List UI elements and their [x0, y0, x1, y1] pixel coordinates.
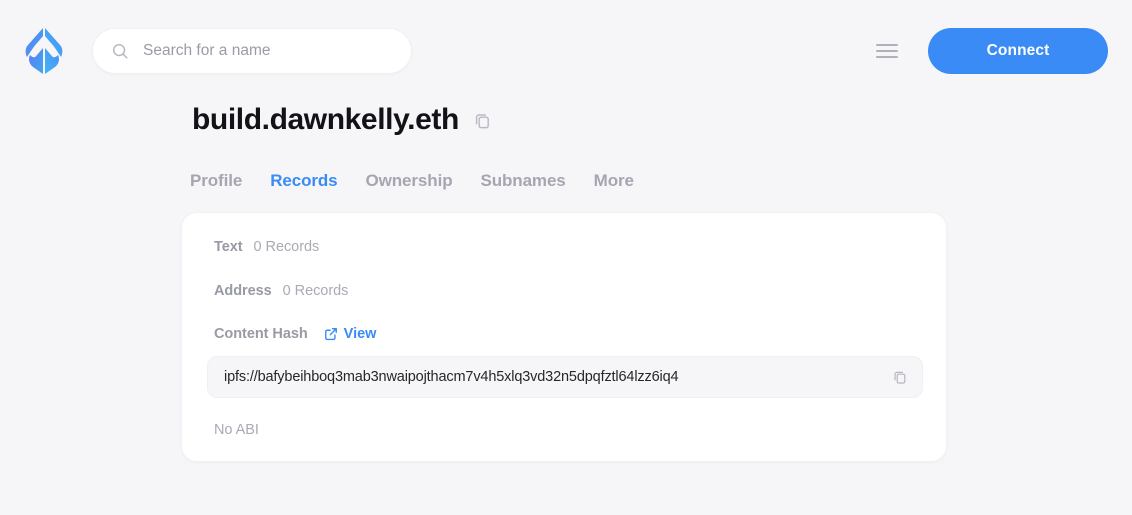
- content-hash-value: ipfs://bafybeihboq3mab3nwaipojthacm7v4h5…: [224, 369, 679, 385]
- tab-profile[interactable]: Profile: [190, 171, 242, 191]
- hamburger-menu-icon[interactable]: [876, 40, 900, 62]
- record-row-content-hash: Content Hash View: [214, 326, 376, 342]
- record-label-address: Address: [214, 283, 272, 299]
- record-value-text: 0 Records: [253, 239, 320, 255]
- tab-ownership[interactable]: Ownership: [366, 171, 453, 191]
- copy-icon[interactable]: [892, 369, 908, 385]
- record-row-address: Address 0 Records: [214, 283, 348, 299]
- page-title: build.dawnkelly.eth: [192, 103, 459, 136]
- record-value-address: 0 Records: [282, 283, 349, 299]
- name-header: build.dawnkelly.eth: [192, 101, 492, 139]
- ens-logo[interactable]: [22, 26, 66, 76]
- tab-records[interactable]: Records: [270, 171, 337, 191]
- copy-icon[interactable]: [473, 111, 492, 130]
- content-hash-view-link[interactable]: View: [324, 326, 377, 342]
- tab-subnames[interactable]: Subnames: [480, 171, 565, 191]
- search-icon: [112, 43, 128, 59]
- ens-app-page: Connect build.dawnkelly.eth Profile Reco…: [0, 0, 1132, 515]
- connect-button[interactable]: Connect: [928, 28, 1108, 74]
- content-hash-field[interactable]: ipfs://bafybeihboq3mab3nwaipojthacm7v4h5…: [207, 356, 923, 398]
- external-link-icon: [324, 328, 337, 341]
- search-bar[interactable]: [92, 28, 412, 74]
- record-label-content-hash: Content Hash: [214, 326, 308, 342]
- tab-more[interactable]: More: [594, 171, 634, 191]
- tab-bar: Profile Records Ownership Subnames More: [190, 171, 634, 191]
- view-link-label: View: [343, 326, 377, 342]
- records-card: Text 0 Records Address 0 Records Content…: [181, 212, 947, 462]
- search-input[interactable]: [143, 42, 393, 60]
- hamburger-line: [876, 56, 898, 58]
- hamburger-line: [876, 50, 898, 52]
- no-abi-label: No ABI: [214, 422, 259, 438]
- record-label-text: Text: [214, 239, 243, 255]
- hamburger-line: [876, 44, 898, 46]
- app-header: Connect: [0, 0, 1132, 102]
- record-row-text: Text 0 Records: [214, 239, 319, 255]
